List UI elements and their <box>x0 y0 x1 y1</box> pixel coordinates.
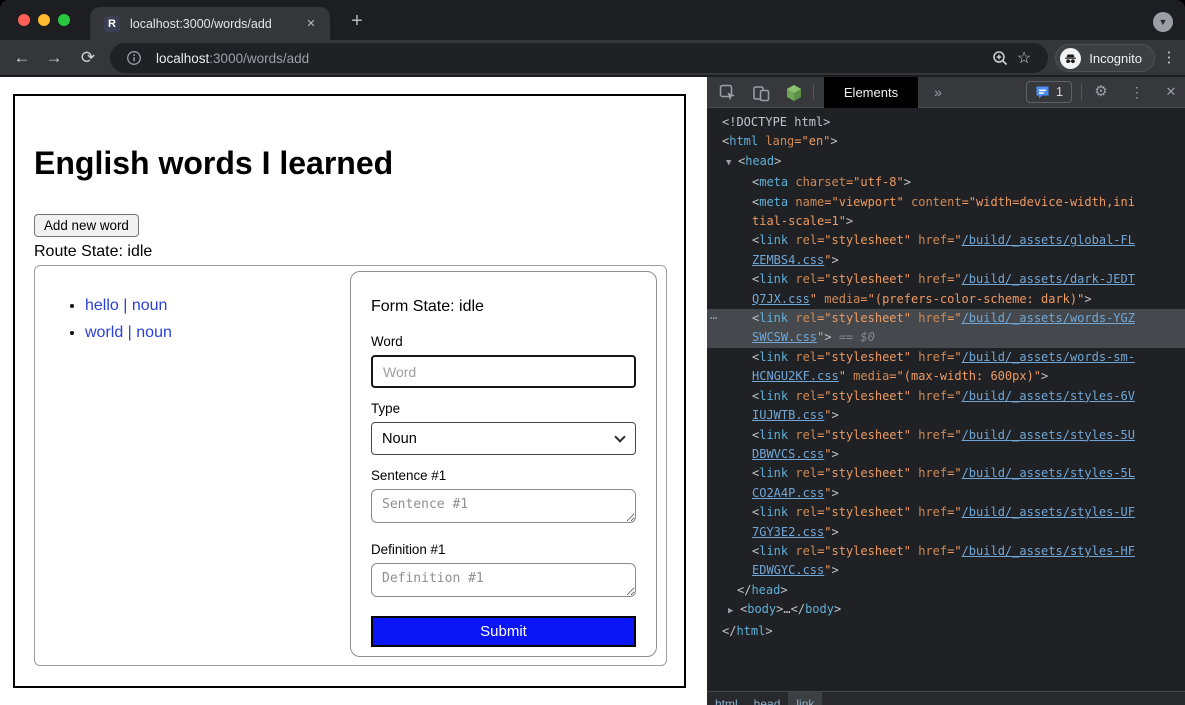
form-state-text: Form State: idle <box>371 298 636 316</box>
devtools-code-line[interactable]: <link rel="stylesheet" href="/build/_ass… <box>707 387 1185 406</box>
breadcrumb-item[interactable]: link <box>788 692 822 705</box>
address-bar[interactable]: localhost:3000/words/add ☆ <box>110 43 1048 73</box>
page-title: English words I learned <box>34 145 665 181</box>
route-state-text: Route State: idle <box>34 243 665 260</box>
add-new-word-button[interactable]: Add new word <box>34 214 139 237</box>
devtools-code-line[interactable]: </html> <box>707 622 1185 641</box>
url-text[interactable]: localhost:3000/words/add <box>156 51 988 66</box>
devtools-code-line[interactable]: <link rel="stylesheet" href="/build/_ass… <box>707 464 1185 483</box>
new-tab-button[interactable]: + <box>344 9 370 35</box>
elements-tree: <!DOCTYPE html><html lang="en">▼<head><m… <box>707 108 1185 691</box>
toolbar-divider <box>813 84 814 100</box>
window-close-button[interactable] <box>18 14 30 26</box>
devtools-code-line[interactable]: <!DOCTYPE html> <box>707 113 1185 132</box>
devtools-code-line[interactable]: HCNGU2KF.css" media="(max-width: 600px)"… <box>707 367 1185 386</box>
word-label: Word <box>371 334 636 349</box>
devtools-code-line[interactable]: <link rel="stylesheet" href="/build/_ass… <box>707 348 1185 367</box>
devtools-close-icon[interactable]: ✕ <box>1161 77 1181 107</box>
type-select[interactable]: Noun <box>371 422 636 455</box>
devtools-code-line[interactable]: EDWGYC.css"> <box>707 561 1185 580</box>
window-zoom-button[interactable] <box>58 14 70 26</box>
submit-button[interactable]: Submit <box>371 616 636 647</box>
devtools-code-line[interactable]: DBWVCS.css"> <box>707 445 1185 464</box>
devtools-code-line[interactable]: <link rel="stylesheet" href="/build/_ass… <box>707 426 1185 445</box>
definition-label: Definition #1 <box>371 542 636 557</box>
devtools-code-line[interactable]: ▶<body>…</body> <box>707 600 1185 621</box>
devtools-code-line[interactable]: ▼<head> <box>707 152 1185 173</box>
zoom-icon[interactable] <box>988 46 1012 70</box>
browser-menu-icon[interactable]: ⋮ <box>1159 47 1179 69</box>
devtools-code-line[interactable]: IUJWTB.css"> <box>707 406 1185 425</box>
tab-close-icon[interactable]: ✕ <box>302 15 320 33</box>
line-options-ellipsis-icon[interactable]: ⋯ <box>710 309 716 328</box>
issues-bubble-icon <box>1035 85 1050 100</box>
toolbar-divider <box>1081 84 1082 100</box>
bookmark-star-icon[interactable]: ☆ <box>1012 46 1036 70</box>
tab-strip: R localhost:3000/words/add ✕ + ▼ <box>0 0 1185 40</box>
url-path: :3000/words/add <box>209 51 309 66</box>
breadcrumb-item[interactable]: html <box>707 692 746 705</box>
devtools-code-line[interactable]: <link rel="stylesheet" href="/build/_ass… <box>707 231 1185 250</box>
issues-counter[interactable]: 1 <box>1026 81 1072 103</box>
issues-count: 1 <box>1056 85 1063 99</box>
add-word-form: Form State: idle Word Type Noun Sentence… <box>350 271 657 657</box>
browser-tab[interactable]: R localhost:3000/words/add ✕ <box>90 7 330 40</box>
incognito-label: Incognito <box>1089 51 1142 66</box>
forward-button[interactable]: → <box>42 46 66 70</box>
back-button[interactable]: ← <box>10 46 34 70</box>
incognito-badge: Incognito <box>1055 44 1155 72</box>
devtools-code-line[interactable]: <meta charset="utf-8"> <box>707 173 1185 192</box>
more-panels-icon[interactable]: » <box>926 77 950 107</box>
remix-favicon-icon: R <box>104 16 120 32</box>
settings-gear-icon[interactable]: ⚙ <box>1091 77 1111 107</box>
breadcrumb-item[interactable]: head <box>746 692 789 705</box>
inspect-element-icon[interactable] <box>718 83 738 103</box>
devtools-code-line[interactable]: ZEMBS4.css"> <box>707 251 1185 270</box>
tab-title: localhost:3000/words/add <box>130 17 302 31</box>
word-link[interactable]: hello | noun <box>85 297 167 314</box>
devtools-panel: Elements » 1 ⚙ ⋮ ✕ <!DOCTYPE html><html … <box>707 77 1185 705</box>
devtools-code-line[interactable]: <html lang="en"> <box>707 132 1185 151</box>
devtools-code-line[interactable]: SWCSW.css"> == $0 <box>707 328 1185 347</box>
devtools-code-line[interactable]: <link rel="stylesheet" href="/build/_ass… <box>707 503 1185 522</box>
devtools-breadcrumb-bar: htmlheadlink <box>707 691 1185 705</box>
tab-elements[interactable]: Elements <box>824 77 918 108</box>
words-panel: hello | noun world | noun Form State: idl… <box>34 265 667 666</box>
devtools-code-line[interactable]: <link rel="stylesheet" href="/build/_ass… <box>707 270 1185 289</box>
sentence-label: Sentence #1 <box>371 468 636 483</box>
devtools-code-line[interactable]: <link rel="stylesheet" href="/build/_ass… <box>707 542 1185 561</box>
sentence-textarea[interactable] <box>371 489 636 523</box>
collapse-arrow-icon[interactable]: ▶ <box>728 602 740 621</box>
devtools-code-line[interactable]: <meta name="viewport" content="width=dev… <box>707 193 1185 212</box>
devtools-code-line[interactable]: 7GY3E2.css"> <box>707 523 1185 542</box>
devtools-toolbar: Elements » 1 ⚙ ⋮ ✕ <box>707 77 1185 108</box>
browser-window: R localhost:3000/words/add ✕ + ▼ ← → ⟳ l… <box>0 0 1185 705</box>
extension-hexagon-icon[interactable] <box>784 83 804 103</box>
word-link[interactable]: world | noun <box>85 324 172 341</box>
incognito-icon <box>1060 48 1081 69</box>
devtools-menu-icon[interactable]: ⋮ <box>1127 77 1147 107</box>
tab-search-button[interactable]: ▼ <box>1153 12 1173 32</box>
devtools-code-line[interactable]: </head> <box>707 581 1185 600</box>
devtools-code-line[interactable]: tial-scale=1"> <box>707 212 1185 231</box>
url-host: localhost <box>156 51 209 66</box>
devtools-code-line[interactable]: Q7JX.css" media="(prefers-color-scheme: … <box>707 290 1185 309</box>
browser-toolbar: ← → ⟳ localhost:3000/words/add ☆ Incogni… <box>0 40 1185 76</box>
device-toolbar-icon[interactable] <box>751 83 771 103</box>
devtools-code-line[interactable]: ⋯<link rel="stylesheet" href="/build/_as… <box>707 309 1185 328</box>
type-label: Type <box>371 401 636 416</box>
expand-arrow-icon[interactable]: ▼ <box>726 154 738 173</box>
reload-button[interactable]: ⟳ <box>76 46 100 70</box>
web-page: English words I learned Add new word Rou… <box>0 77 707 705</box>
word-input[interactable] <box>371 355 636 388</box>
app-container: English words I learned Add new word Rou… <box>13 94 686 688</box>
window-minimize-button[interactable] <box>38 14 50 26</box>
definition-textarea[interactable] <box>371 563 636 597</box>
page-info-icon[interactable] <box>122 46 146 70</box>
devtools-code-line[interactable]: CO2A4P.css"> <box>707 484 1185 503</box>
